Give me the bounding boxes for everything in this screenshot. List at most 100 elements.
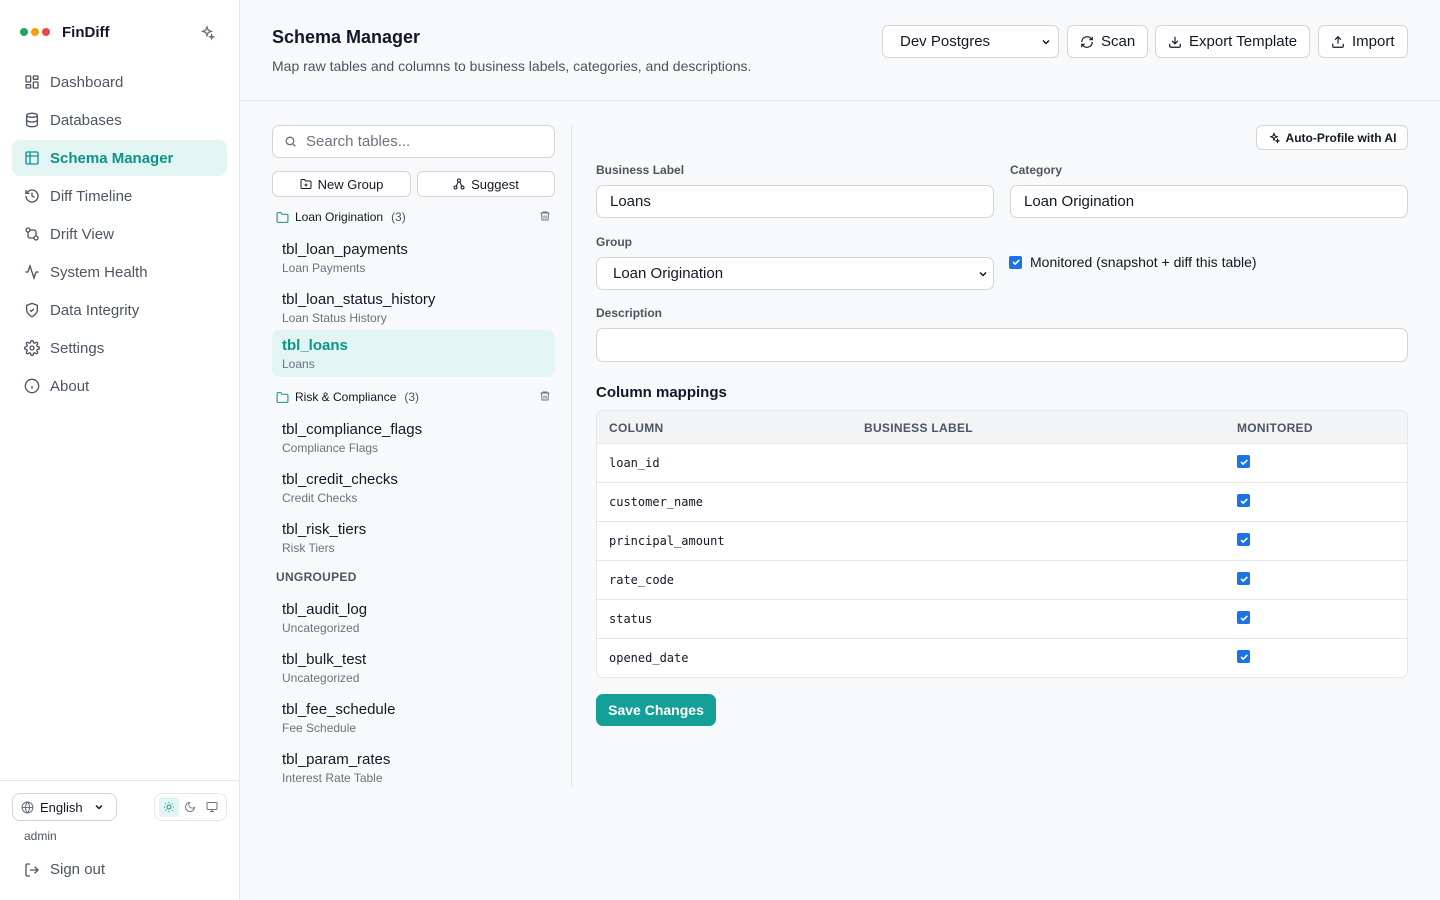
column-mappings-table: COLUMN BUSINESS LABEL MONITORED loan_id … (596, 410, 1408, 678)
save-changes-button[interactable]: Save Changes (596, 694, 716, 726)
search-placeholder: Search tables... (306, 133, 411, 150)
column-mappings-title: Column mappings (596, 384, 727, 401)
table-name: tbl_audit_log (282, 601, 368, 618)
monitor-icon[interactable] (202, 797, 222, 817)
sidebar-footer: English admin Sign out (0, 780, 239, 900)
table-item[interactable]: tbl_compliance_flags Compliance Flags (272, 414, 555, 462)
table-label: Interest Rate Table (282, 771, 383, 785)
group-header-risk-compliance[interactable]: Risk & Compliance (3) (276, 387, 556, 407)
column-monitored-checkbox[interactable] (1237, 455, 1250, 468)
column-name: status (609, 612, 653, 626)
shield-icon (26, 302, 38, 318)
suggest-button[interactable]: Suggest (417, 171, 555, 197)
moon-icon[interactable] (180, 797, 200, 817)
table-label: Fee Schedule (282, 721, 357, 735)
column-monitored-checkbox[interactable] (1237, 650, 1250, 663)
sidebar-item-label: Schema Manager (50, 149, 174, 167)
sparkle-icon[interactable] (196, 22, 218, 44)
group-name: Loan Origination (295, 210, 384, 224)
group-select[interactable]: Loan Origination (596, 257, 994, 290)
folder-plus-icon (300, 179, 312, 189)
sparkle-icon (1268, 131, 1280, 144)
theme-switcher (154, 793, 227, 821)
business-label-title: Business Label (596, 163, 685, 177)
table-row: rate_code (597, 561, 1407, 600)
table-item[interactable]: tbl_loan_status_history Loan Status Hist… (272, 284, 555, 332)
new-group-button[interactable]: New Group (272, 171, 411, 197)
sidebar-item-data-integrity[interactable]: Data Integrity (12, 292, 227, 328)
table-item[interactable]: tbl_credit_checks Credit Checks (272, 464, 555, 512)
table-item-selected[interactable]: tbl_loans Loans (272, 330, 555, 377)
table-item[interactable]: tbl_loan_payments Loan Payments (272, 234, 555, 282)
sign-out-label: Sign out (50, 861, 106, 878)
brand: FinDiff (20, 22, 109, 42)
page-title: Schema Manager (272, 27, 421, 47)
dashboard-icon (25, 75, 39, 89)
page-header: Schema Manager Map raw tables and column… (240, 0, 1440, 101)
git-compare-icon (25, 227, 39, 241)
monitored-checkbox[interactable] (1009, 255, 1022, 269)
table-item[interactable]: tbl_bulk_test Uncategorized (272, 644, 555, 692)
group-title: Group (596, 235, 632, 249)
table-item[interactable]: tbl_risk_tiers Risk Tiers (272, 514, 555, 562)
trash-icon[interactable] (539, 390, 551, 402)
auto-profile-label: Auto-Profile with AI (1285, 130, 1397, 145)
network-icon (453, 178, 465, 190)
search-input[interactable]: Search tables... (272, 125, 555, 158)
column-monitored-checkbox[interactable] (1237, 533, 1250, 546)
table-label: Loans (282, 357, 315, 371)
sign-out-button[interactable]: Sign out (24, 861, 105, 878)
export-template-button[interactable]: Export Template (1155, 25, 1311, 58)
group-name: Risk & Compliance (295, 390, 397, 404)
trash-icon[interactable] (539, 210, 551, 222)
sidebar-item-databases[interactable]: Databases (12, 102, 227, 138)
chevron-down-icon (95, 804, 103, 810)
sidebar-item-label: System Health (50, 263, 148, 281)
column-monitored-checkbox[interactable] (1237, 494, 1250, 507)
table-item[interactable]: tbl_audit_log Uncategorized (272, 594, 555, 642)
monitored-label: Monitored (snapshot + diff this table) (1030, 254, 1257, 270)
search-icon (285, 136, 296, 147)
globe-icon (21, 801, 34, 813)
import-button[interactable]: Import (1318, 25, 1408, 58)
sidebar-item-system-health[interactable]: System Health (12, 254, 227, 290)
table-item[interactable]: tbl_param_rates Interest Rate Table (272, 744, 555, 792)
table-row: customer_name (597, 483, 1407, 522)
table-row: status (597, 600, 1407, 639)
table-label: Uncategorized (282, 621, 360, 635)
dot-red (42, 28, 50, 36)
group-header-loan-origination[interactable]: Loan Origination (3) (276, 207, 556, 227)
column-monitored-checkbox[interactable] (1237, 572, 1250, 585)
database-select-value: Dev Postgres (900, 33, 991, 50)
column-monitored-checkbox[interactable] (1237, 611, 1250, 624)
sidebar: FinDiff Dashboard Databases Schema Manag… (0, 0, 240, 900)
category-title: Category (1010, 163, 1063, 177)
category-field[interactable]: Loan Origination (1010, 185, 1408, 218)
table-item[interactable]: tbl_fee_schedule Fee Schedule (272, 694, 555, 742)
sidebar-item-label: Databases (50, 111, 122, 129)
scan-button[interactable]: Scan (1067, 25, 1149, 58)
sidebar-item-label: Dashboard (50, 73, 124, 91)
sidebar-item-about[interactable]: About (12, 368, 227, 404)
column-name: principal_amount (609, 534, 725, 548)
new-group-label: New Group (317, 176, 384, 192)
sidebar-item-dashboard[interactable]: Dashboard (12, 64, 227, 100)
sun-icon[interactable] (158, 797, 179, 817)
sidebar-item-diff-timeline[interactable]: Diff Timeline (12, 178, 227, 214)
chevron-down-icon (979, 271, 987, 277)
sidebar-item-drift-view[interactable]: Drift View (12, 216, 227, 252)
sidebar-item-settings[interactable]: Settings (12, 330, 227, 366)
description-field[interactable] (596, 328, 1408, 362)
business-label-field[interactable]: Loans (596, 185, 994, 218)
table-name: tbl_fee_schedule (282, 701, 396, 718)
database-select[interactable]: Dev Postgres (882, 25, 1059, 58)
column-name: loan_id (609, 456, 660, 470)
sidebar-item-schema-manager[interactable]: Schema Manager (12, 140, 227, 176)
auto-profile-button[interactable]: Auto-Profile with AI (1256, 125, 1408, 150)
sidebar-item-label: About (50, 377, 90, 395)
language-select[interactable]: English (12, 793, 117, 821)
suggest-label: Suggest (471, 176, 519, 192)
table-label: Credit Checks (282, 491, 358, 505)
pane-divider (571, 125, 572, 787)
monitored-toggle[interactable]: Monitored (snapshot + diff this table) (1009, 254, 1257, 270)
